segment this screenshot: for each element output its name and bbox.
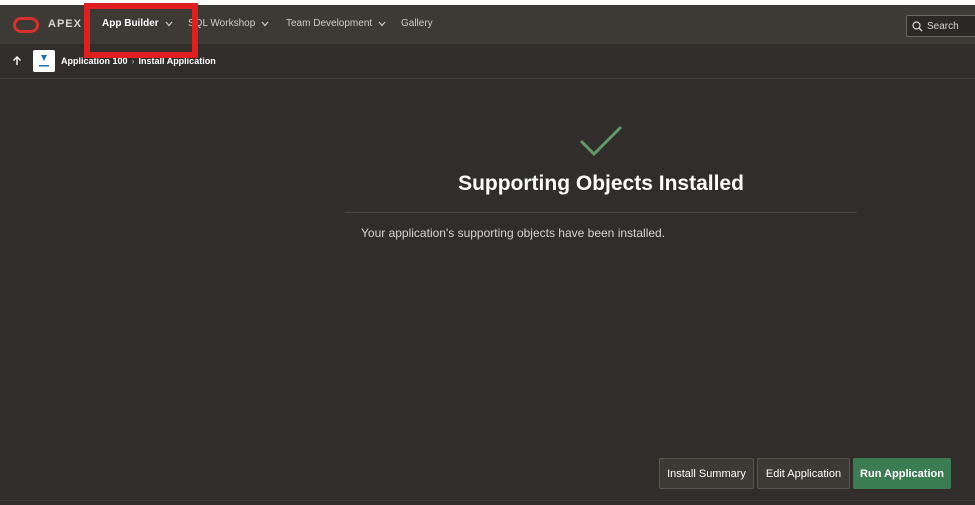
- application-icon: [33, 50, 55, 72]
- breadcrumb: Application 100 › Install Application: [61, 56, 216, 66]
- nav-gallery-label: Gallery: [401, 18, 433, 29]
- chevron-down-icon: [378, 21, 386, 26]
- edit-application-button[interactable]: Edit Application: [757, 458, 850, 489]
- search-button[interactable]: Search: [906, 15, 975, 37]
- checkmark-icon: [579, 125, 623, 157]
- search-icon: [912, 20, 923, 31]
- nav-app-builder[interactable]: App Builder: [102, 18, 173, 29]
- nav-team-development-label: Team Development: [286, 18, 373, 29]
- oracle-logo-icon[interactable]: [13, 17, 39, 33]
- success-message: Your application's supporting objects ha…: [361, 226, 666, 240]
- page-title: Supporting Objects Installed: [458, 172, 744, 195]
- breadcrumb-current-page: Install Application: [138, 56, 216, 66]
- breadcrumb-application[interactable]: Application 100: [61, 56, 128, 66]
- nav-app-builder-label: App Builder: [102, 18, 159, 29]
- up-arrow-icon[interactable]: [11, 55, 23, 67]
- page: APEX App Builder SQL Workshop Team Devel…: [0, 0, 975, 505]
- breadcrumb-bar: Application 100 › Install Application: [0, 44, 975, 79]
- run-application-button[interactable]: Run Application: [853, 458, 951, 489]
- search-label: Search: [927, 20, 959, 32]
- apex-logo-text[interactable]: APEX: [48, 18, 82, 30]
- chevron-down-icon: [261, 21, 269, 26]
- divider: [345, 212, 857, 213]
- install-summary-button[interactable]: Install Summary: [659, 458, 754, 489]
- top-navigation-bar: APEX App Builder SQL Workshop Team Devel…: [0, 5, 975, 44]
- nav-sql-workshop[interactable]: SQL Workshop: [188, 18, 269, 29]
- nav-team-development[interactable]: Team Development: [286, 18, 386, 29]
- breadcrumb-separator-icon: ›: [131, 56, 135, 66]
- bottom-divider: [0, 500, 975, 501]
- nav-sql-workshop-label: SQL Workshop: [188, 18, 256, 29]
- nav-gallery[interactable]: Gallery: [401, 18, 433, 29]
- chevron-down-icon: [165, 21, 173, 26]
- app-logo-icon: [39, 55, 49, 67]
